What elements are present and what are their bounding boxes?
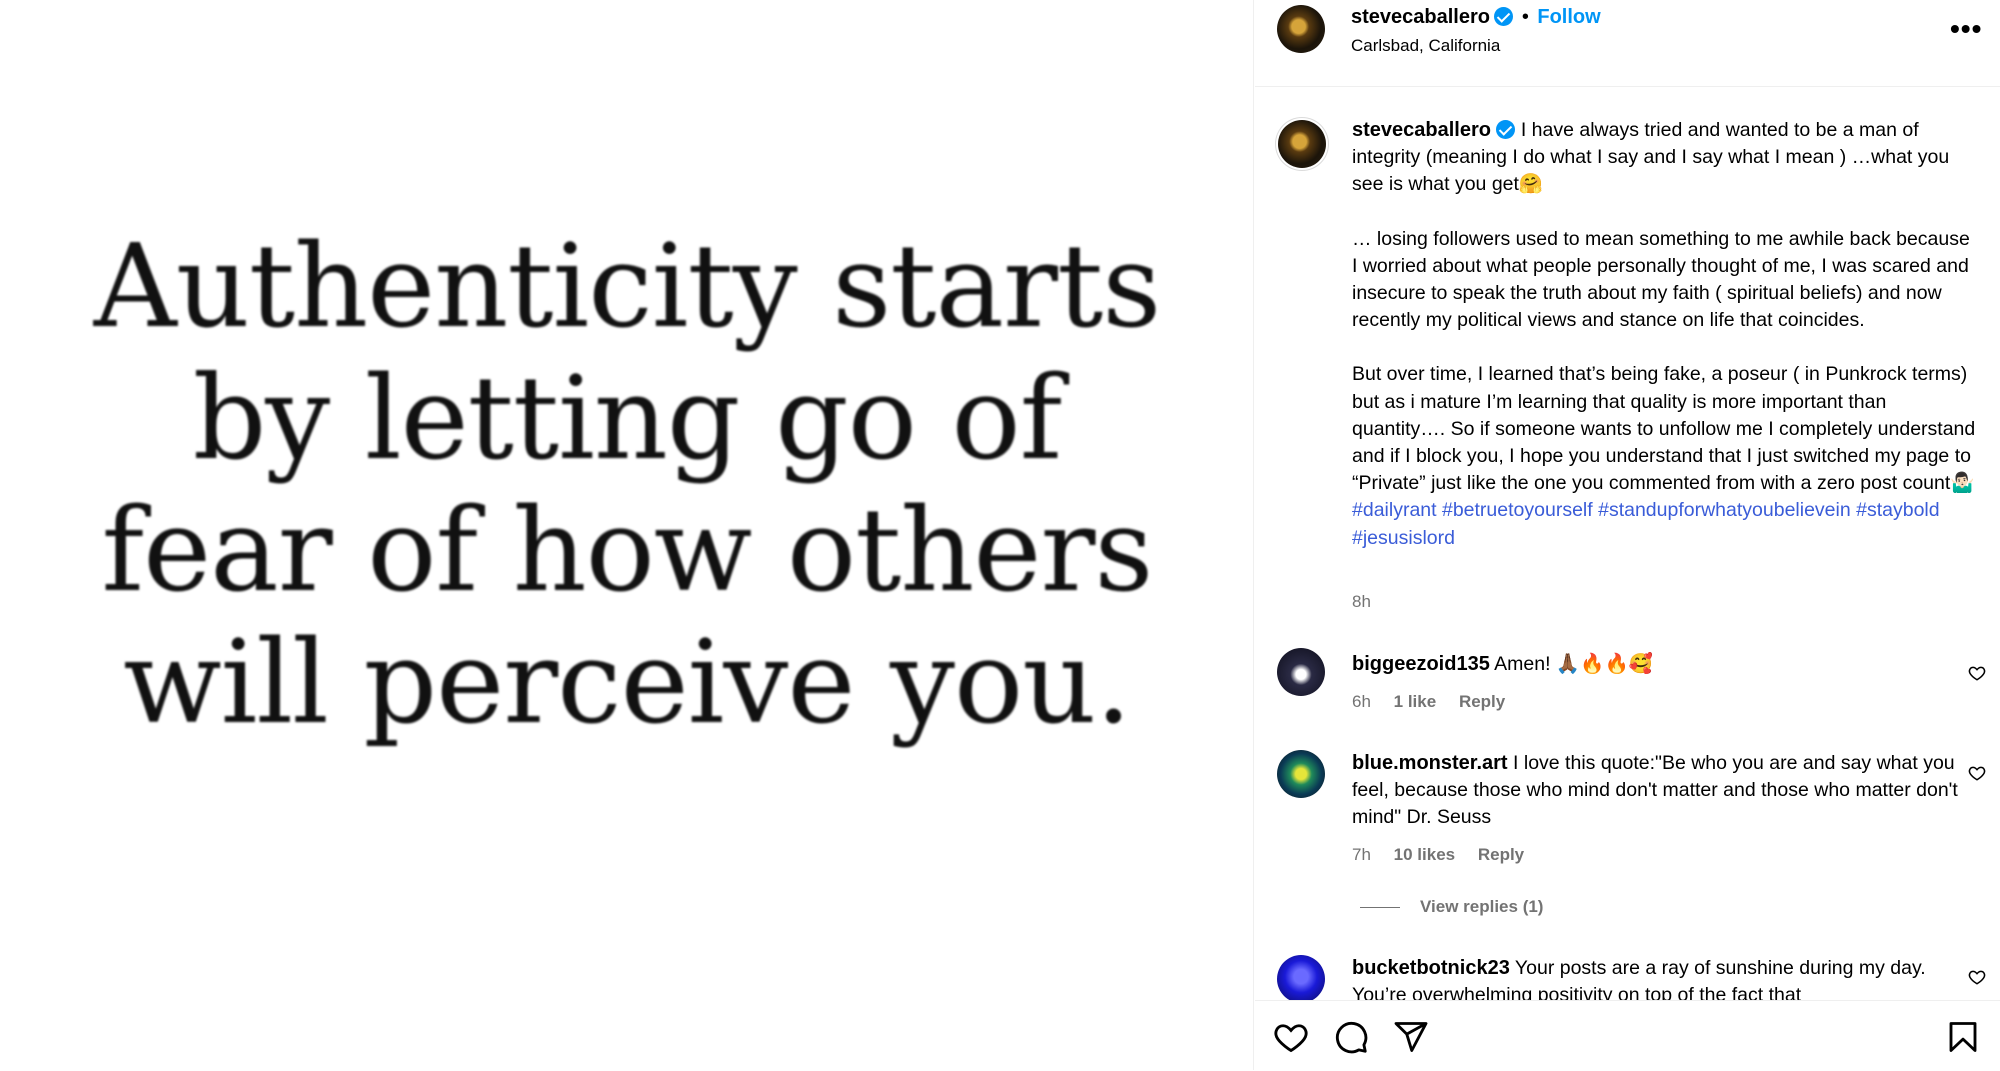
follow-button[interactable]: Follow — [1537, 6, 1600, 28]
quote-line-4: will perceive you. — [123, 616, 1132, 750]
reply-button[interactable]: Reply — [1478, 845, 1524, 864]
comment-username[interactable]: blue.monster.art — [1352, 752, 1508, 774]
quote-line-1: Authenticity starts — [93, 220, 1161, 354]
comment-3: bucketbotnick23 Your posts are a ray of … — [1352, 955, 1977, 1000]
caption-paragraph-3: But over time, I learned that’s being fa… — [1352, 363, 1976, 495]
hashtag-link[interactable]: #staybold — [1856, 499, 1939, 521]
comment-like-heart-icon[interactable] — [1968, 664, 1986, 682]
commenter-avatar[interactable] — [1277, 955, 1325, 1003]
comment-username[interactable]: bucketbotnick23 — [1352, 957, 1510, 979]
comment-time[interactable]: 7h — [1352, 845, 1371, 864]
post-side-panel: stevecaballero • Follow Carlsbad, Califo… — [1255, 0, 2000, 1071]
verified-badge-icon — [1496, 120, 1516, 139]
comment-1-meta: 6h 1 like Reply — [1352, 692, 1505, 712]
verified-badge-icon — [1494, 7, 1514, 26]
share-icon[interactable] — [1393, 1019, 1429, 1055]
commenter-avatar[interactable] — [1277, 648, 1325, 696]
caption-username[interactable]: stevecaballero — [1352, 119, 1491, 141]
comment-body: Amen! 🙏🏾🔥🔥🥰 — [1494, 653, 1654, 675]
caption-avatar[interactable] — [1278, 120, 1326, 168]
quote-line-2: by letting go of — [192, 352, 1063, 486]
post-header: stevecaballero • Follow Carlsbad, Califo… — [1255, 0, 2000, 87]
comment-icon[interactable] — [1333, 1019, 1369, 1055]
comment-like-heart-icon[interactable] — [1968, 968, 1986, 986]
commenter-avatar[interactable] — [1277, 750, 1325, 798]
author-line: stevecaballero • Follow — [1351, 6, 1601, 29]
reply-button[interactable]: Reply — [1459, 692, 1505, 711]
bookmark-icon[interactable] — [1945, 1019, 1981, 1055]
comment-likes[interactable]: 1 like — [1394, 692, 1437, 711]
hashtag-link[interactable]: #standupforwhatyoubelievein — [1598, 499, 1851, 521]
hashtag-link[interactable]: #betruetoyourself — [1442, 499, 1593, 521]
view-replies-button[interactable]: View replies (1) — [1420, 897, 1543, 917]
heart-icon[interactable] — [1273, 1019, 1309, 1055]
separator-dot: • — [1521, 6, 1529, 28]
post-image[interactable]: Authenticity starts by letting go of fea… — [0, 0, 1254, 1070]
caption: stevecaballero I have always tried and w… — [1352, 117, 1977, 552]
comment-1: biggeezoid135 Amen! 🙏🏾🔥🔥🥰 — [1352, 651, 1977, 678]
hashtag-link[interactable]: #jesusislord — [1352, 527, 1455, 549]
comment-2: blue.monster.art I love this quote:"Be w… — [1352, 750, 1977, 832]
comment-username[interactable]: biggeezoid135 — [1352, 653, 1490, 675]
comment-2-meta: 7h 10 likes Reply — [1352, 845, 1524, 865]
action-bar — [1255, 1000, 2000, 1071]
author-avatar[interactable] — [1277, 5, 1325, 53]
post-location[interactable]: Carlsbad, California — [1351, 36, 1500, 56]
author-username[interactable]: stevecaballero — [1351, 6, 1490, 28]
comment-like-heart-icon[interactable] — [1968, 764, 1986, 782]
comment-time[interactable]: 6h — [1352, 692, 1371, 711]
quote-line-3: fear of how others — [101, 484, 1154, 618]
replies-divider — [1360, 907, 1400, 908]
caption-timestamp[interactable]: 8h — [1352, 592, 1371, 612]
more-horizontal-icon[interactable]: ••• — [1950, 15, 1981, 48]
caption-paragraph-2: … losing followers used to mean somethin… — [1352, 227, 1970, 332]
comment-likes[interactable]: 10 likes — [1394, 845, 1455, 864]
hashtag-link[interactable]: #dailyrant — [1352, 499, 1437, 521]
